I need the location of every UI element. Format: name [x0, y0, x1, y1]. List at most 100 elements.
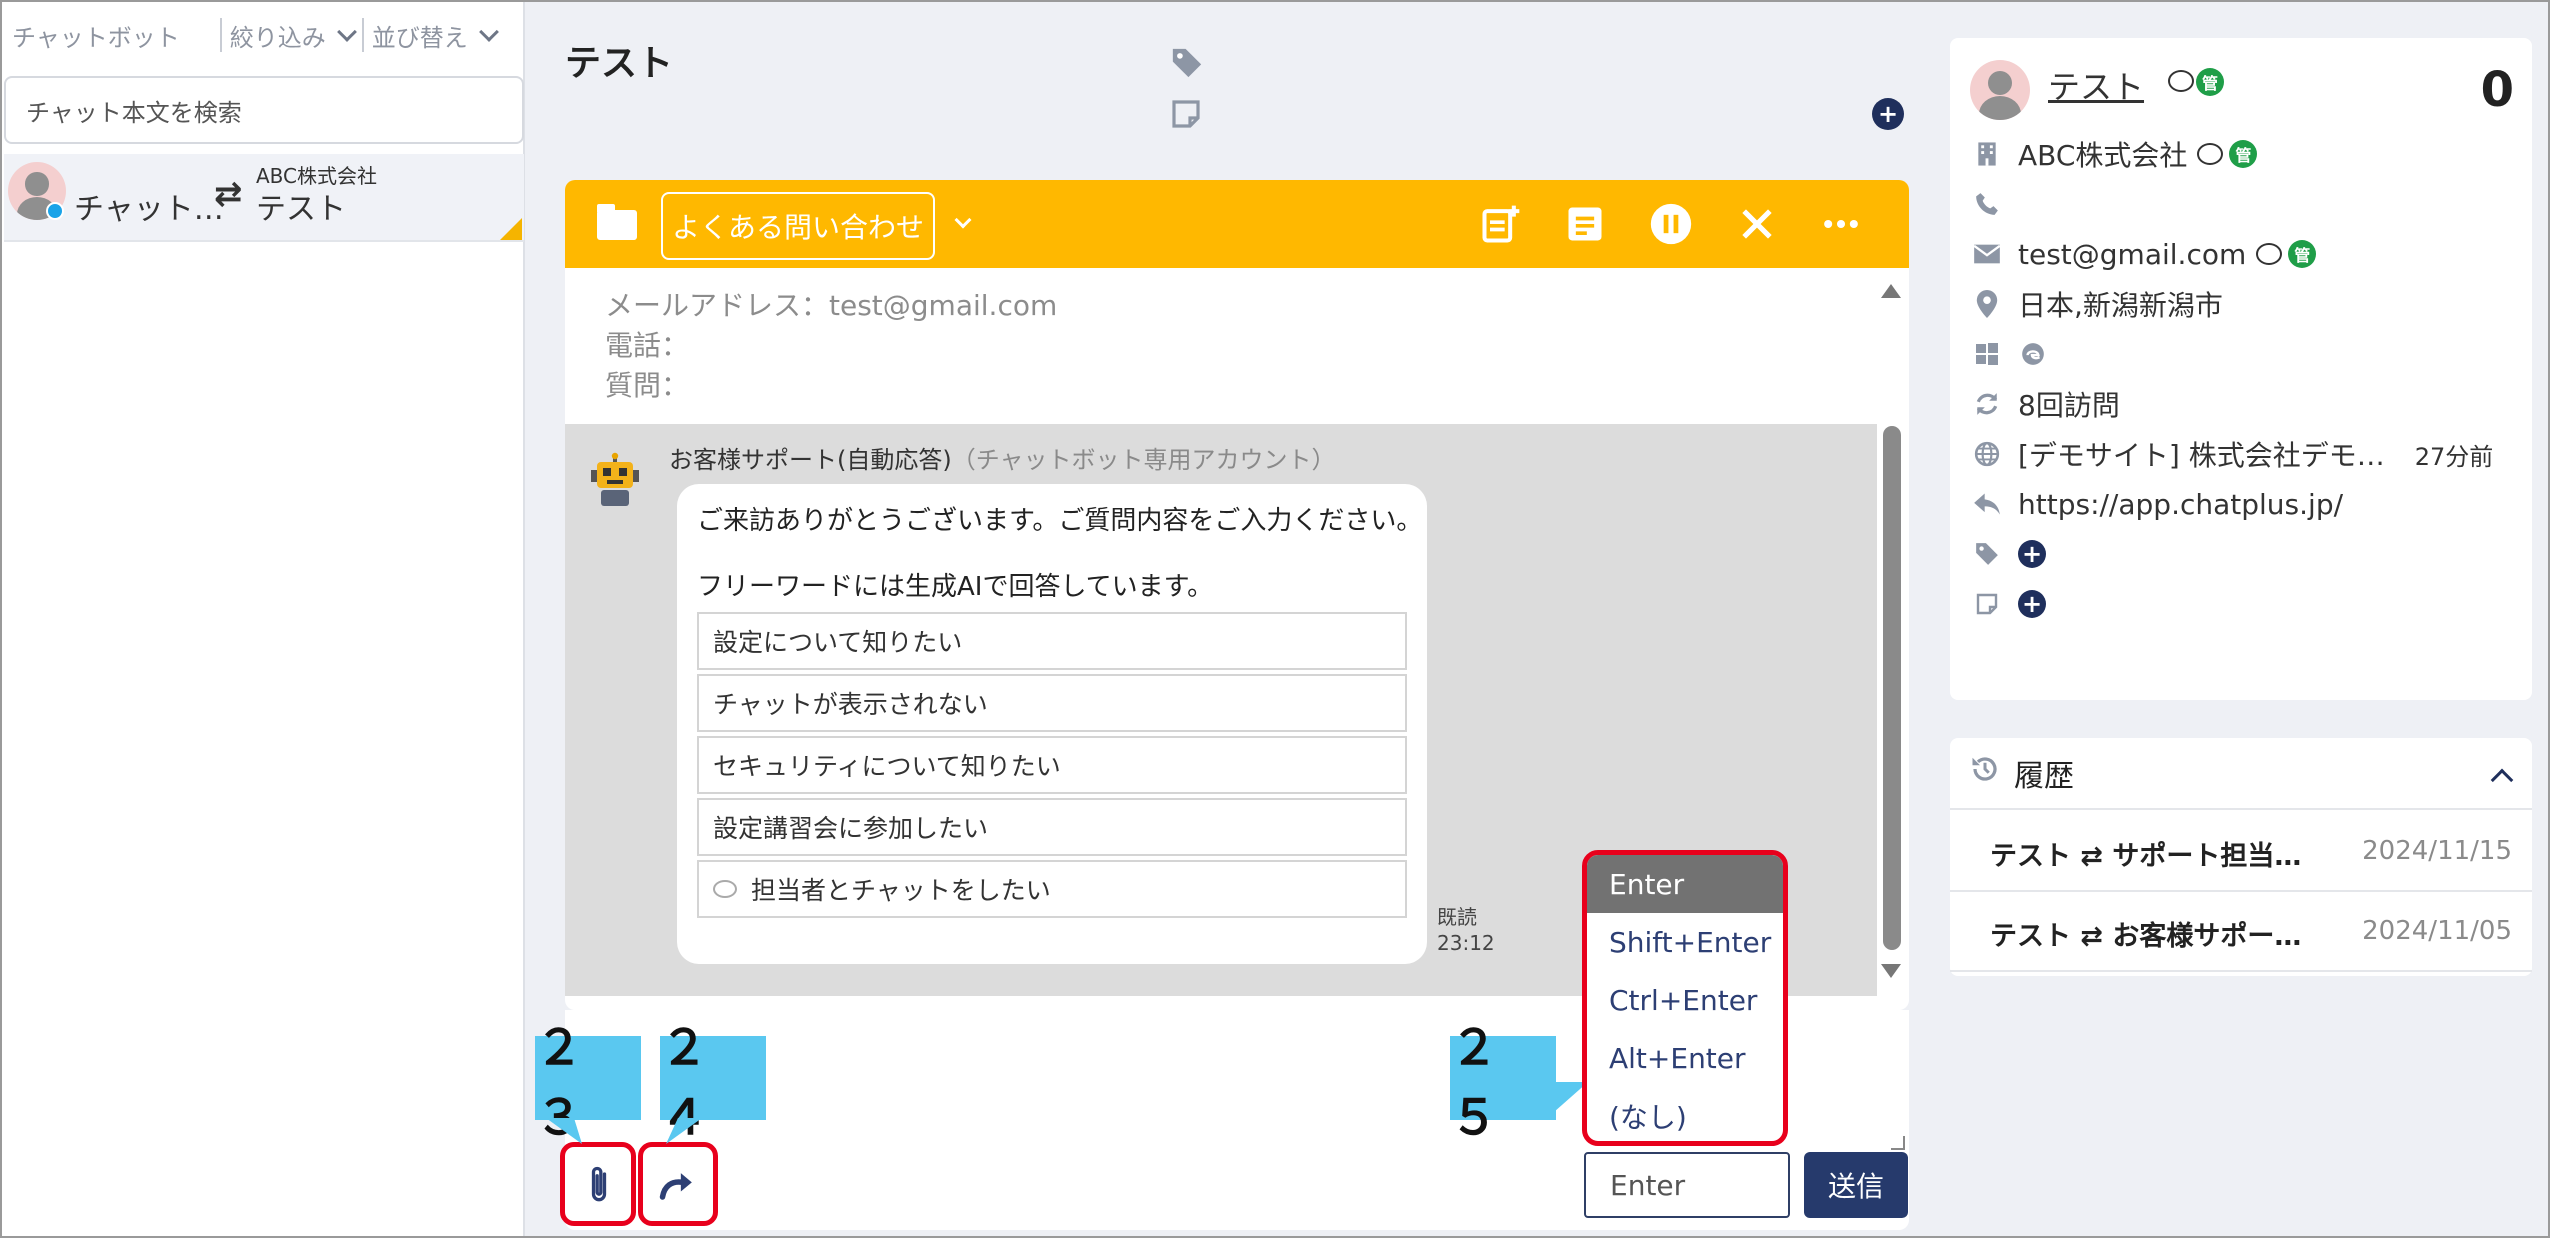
visitor-name[interactable]: テスト — [2048, 62, 2144, 108]
send-key-option[interactable]: Shift+Enter — [1587, 913, 1783, 971]
redo-icon — [659, 1173, 692, 1200]
history-title: 履歴 — [2014, 759, 2074, 794]
location: 日本,新潟新潟市 — [2018, 289, 2223, 322]
callout-pointer — [546, 1118, 582, 1144]
callout-pointer — [666, 1118, 702, 1144]
mail-icon — [1972, 239, 2002, 269]
site-row: [デモサイト] 株式会社デモ… 27分前 — [1972, 434, 2493, 474]
send-key-option[interactable]: Alt+Enter — [1587, 1029, 1783, 1087]
memo-row: + — [1972, 584, 2046, 624]
callout-23: ２３ — [535, 1020, 641, 1146]
option-button[interactable]: 設定講習会に参加したい — [697, 798, 1407, 856]
sort-label: 並び替え — [371, 23, 468, 52]
info-line: 電話： — [605, 329, 690, 362]
visitor-count: 0 — [2480, 62, 2514, 118]
history-header[interactable]: 履歴 — [1950, 738, 2532, 810]
history-panel: 履歴 テスト ⇄ サポート担当… 2024/11/15 テスト ⇄ お客様サポー… — [1950, 738, 2532, 976]
redo-button[interactable] — [638, 1142, 718, 1226]
chat-bubble-icon[interactable] — [2256, 243, 2283, 265]
add-icon[interactable]: + — [1872, 98, 1904, 130]
history-row-title: テスト ⇄ お客様サポー… — [1990, 921, 2302, 952]
search-placeholder: チャット本文を検索 — [26, 98, 242, 127]
chat-list-item[interactable]: チャット… ⇄ ABC株式会社 テスト — [4, 154, 524, 242]
send-key-option[interactable]: (なし) — [1587, 1087, 1783, 1141]
option-button-chat[interactable]: 担当者とチャットをしたい — [697, 860, 1407, 918]
note-icon[interactable] — [1563, 202, 1607, 246]
history-row-date: 2024/11/15 — [2362, 836, 2512, 866]
scroll-up-icon[interactable] — [1881, 284, 1901, 298]
read-label: 既読 — [1437, 905, 1477, 929]
pause-icon[interactable] — [1649, 202, 1693, 246]
history-row-date: 2024/11/05 — [2362, 916, 2512, 946]
visitor-info-block: メールアドレス：test@gmail.com 電話： 質問： — [605, 270, 1057, 406]
map-pin-icon — [1972, 289, 2002, 319]
bot-name-text: お客様サポート(自動応答) — [669, 446, 952, 474]
company-name: ABC株式会社 — [2018, 139, 2188, 172]
attach-button[interactable] — [560, 1142, 636, 1226]
page-title: テスト — [565, 43, 674, 84]
folder-icon[interactable] — [597, 204, 637, 240]
admin-badge: 管 — [2229, 140, 2258, 168]
message-text: フリーワードには生成AIで回答しています。 — [697, 572, 1214, 602]
phone-icon — [1972, 189, 2002, 219]
faq-button[interactable]: よくある問い合わせ — [661, 192, 935, 260]
message-text: ご来訪ありがとうございます。ご質問内容をご入力ください。 — [697, 506, 1423, 536]
resize-handle[interactable] — [1891, 1136, 1905, 1150]
callout-25: ２５ — [1450, 1020, 1556, 1146]
option-button[interactable]: チャットが表示されない — [697, 674, 1407, 732]
read-time: 23:12 — [1437, 931, 1495, 955]
tag-icon[interactable] — [1170, 46, 1204, 84]
add-memo-icon[interactable]: + — [2018, 590, 2046, 618]
filter-label: 絞り込み — [229, 23, 326, 52]
online-status-dot — [46, 202, 64, 220]
chevron-down-icon[interactable] — [954, 211, 972, 229]
option-button[interactable]: セキュリティについて知りたい — [697, 736, 1407, 794]
memo-icon[interactable] — [1170, 98, 1202, 134]
chevron-down-icon — [336, 22, 357, 42]
scroll-down-icon[interactable] — [1881, 964, 1901, 978]
chat-visitor-name: チャット… — [74, 192, 224, 227]
send-key-dropdown: Enter Shift+Enter Ctrl+Enter Alt+Enter (… — [1582, 850, 1788, 1146]
bot-message-bubble: ご来訪ありがとうございます。ご質問内容をご入力ください。 フリーワードには生成A… — [677, 484, 1427, 964]
chat-bubble-icon — [713, 880, 737, 898]
info-line: メールアドレス：test@gmail.com — [605, 289, 1058, 322]
chat-header: よくある問い合わせ — [565, 180, 1909, 268]
send-button[interactable]: 送信 — [1804, 1152, 1908, 1218]
tag-icon — [1972, 539, 2002, 569]
send-key-select[interactable]: Enter — [1584, 1152, 1790, 1218]
bot-name: お客様サポート(自動応答)（チャットボット専用アカウント） — [669, 440, 1336, 475]
paperclip-icon — [591, 1166, 607, 1202]
filter-dropdown[interactable]: 絞り込み — [229, 15, 357, 55]
robot-icon — [587, 452, 643, 508]
callout-24: ２４ — [660, 1020, 766, 1146]
chat-list-toolbar: チャットボット 絞り込み 並び替え — [2, 2, 523, 68]
tags-row: + — [1972, 534, 2046, 574]
email-row: test@gmail.com 管 — [1972, 234, 2317, 274]
chat-bubble-icon[interactable] — [2158, 70, 2194, 92]
history-row[interactable]: テスト ⇄ サポート担当… 2024/11/15 — [1950, 812, 2532, 892]
scrollbar-thumb[interactable] — [1883, 426, 1901, 950]
chat-list-title: チャットボット — [12, 23, 180, 52]
chat-list-panel: チャットボット 絞り込み 並び替え チャット本文を検索 チャット… ⇄ ABC株… — [2, 2, 525, 1236]
company-row: ABC株式会社 管 — [1972, 134, 2258, 174]
send-key-option[interactable]: Enter — [1587, 855, 1783, 913]
option-label: 担当者とチャットをしたい — [751, 876, 1051, 905]
visit-count: 8回訪問 — [2018, 389, 2120, 422]
chevron-up-icon[interactable] — [2490, 768, 2514, 792]
chat-bubble-icon[interactable] — [2197, 143, 2224, 165]
bot-account-type: （チャットボット専用アカウント） — [951, 446, 1336, 474]
referrer-url[interactable]: https://app.chatplus.jp/ — [2018, 488, 2343, 521]
sort-dropdown[interactable]: 並び替え — [371, 15, 499, 55]
add-tag-icon[interactable]: + — [2018, 540, 2046, 568]
unread-corner-marker — [500, 218, 522, 240]
option-button[interactable]: 設定について知りたい — [697, 612, 1407, 670]
building-icon — [1972, 139, 2002, 169]
send-key-option[interactable]: Ctrl+Enter — [1587, 971, 1783, 1029]
close-icon[interactable] — [1735, 202, 1779, 246]
add-note-icon[interactable] — [1479, 202, 1523, 246]
search-input[interactable]: チャット本文を検索 — [4, 76, 524, 144]
more-icon[interactable] — [1819, 202, 1863, 246]
history-row[interactable]: テスト ⇄ お客様サポー… 2024/11/05 — [1950, 892, 2532, 972]
visits-row: 8回訪問 — [1972, 384, 2120, 424]
reply-icon — [1972, 489, 2002, 519]
